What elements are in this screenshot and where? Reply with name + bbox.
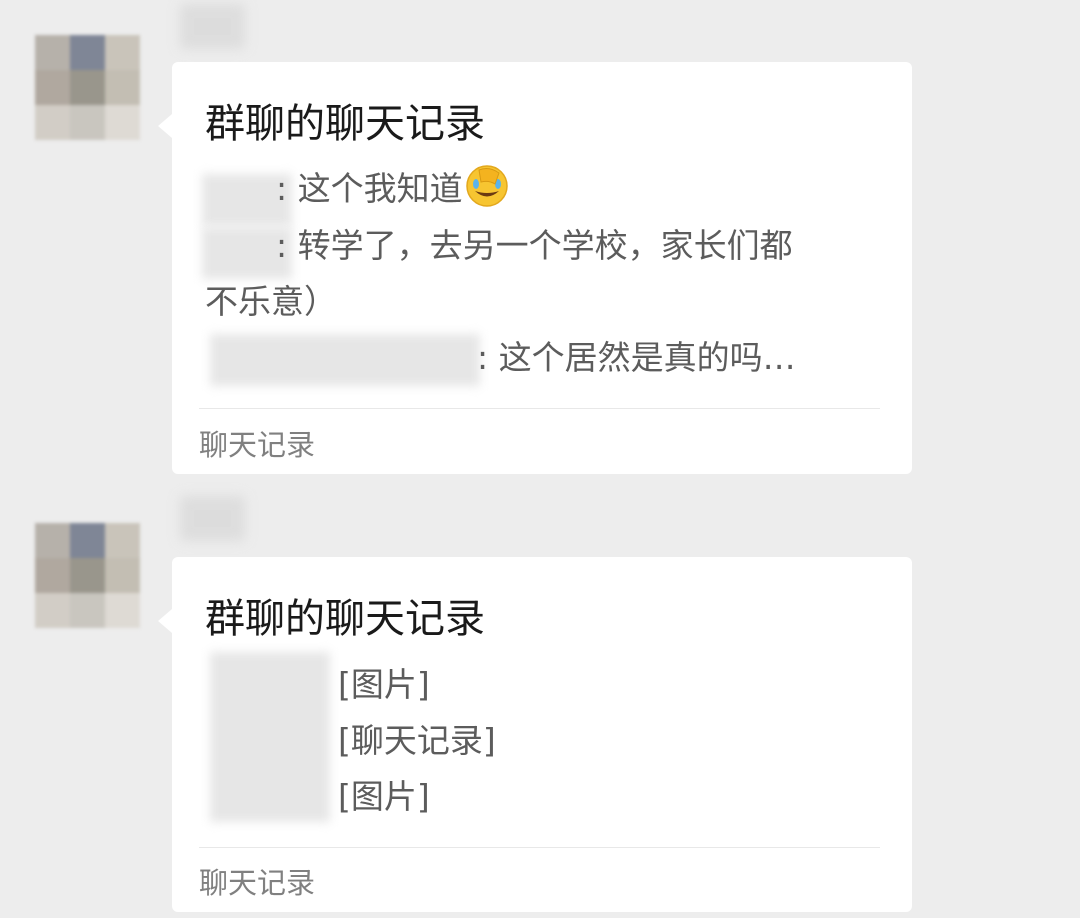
history-line: [图片]: [338, 665, 430, 704]
chat-screen: { "messages": [ { "card_title": "群聊的聊天记录…: [0, 0, 1080, 918]
card-divider: [199, 408, 880, 409]
history-line: [聊天记录]: [338, 721, 496, 760]
card-footer-label: 聊天记录: [199, 428, 316, 462]
history-line: 不乐意）: [205, 282, 337, 321]
sender-name-blurred: [180, 496, 245, 541]
participant-names-blurred: [210, 652, 330, 822]
participant-name-blurred: [210, 334, 480, 386]
card-divider: [199, 847, 880, 848]
sender-avatar[interactable]: [35, 35, 140, 140]
card-title: 群聊的聊天记录: [205, 596, 485, 642]
sender-name-blurred: [180, 4, 245, 49]
sender-avatar[interactable]: [35, 523, 140, 628]
card-footer-label: 聊天记录: [199, 866, 316, 900]
history-line: [图片]: [338, 777, 430, 816]
history-line: : 这个居然是真的吗…: [477, 338, 796, 377]
history-line-text: : 这个我知道: [276, 169, 463, 208]
card-title: 群聊的聊天记录: [205, 101, 485, 147]
facepalm-laughing-emoji-icon: [465, 165, 508, 207]
chat-history-card[interactable]: 群聊的聊天记录 : 这个我知道 : 转学了，去另一个学校，家长们都 不乐意） :…: [158, 62, 912, 474]
history-line: : 这个我知道: [276, 164, 509, 213]
chat-history-card[interactable]: 群聊的聊天记录 [图片] [聊天记录] [图片] 聊天记录: [158, 557, 912, 912]
history-line: : 转学了，去另一个学校，家长们都: [276, 226, 793, 265]
